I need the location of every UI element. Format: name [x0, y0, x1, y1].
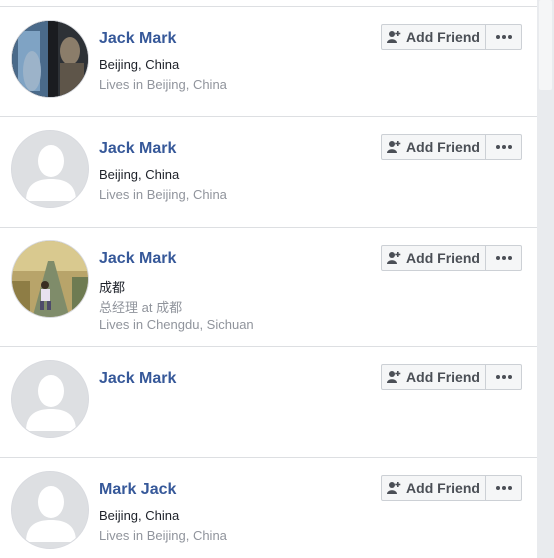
more-options-button[interactable] — [486, 134, 522, 160]
add-friend-button[interactable]: Add Friend — [381, 24, 486, 50]
search-results-list: Jack Mark Beijing, China Lives in Beijin… — [0, 0, 537, 558]
avatar-photo — [12, 21, 88, 97]
scrollbar-track[interactable] — [537, 0, 554, 558]
profile-lives-in: Lives in Beijing, China — [99, 187, 227, 202]
friend-actions: Add Friend — [381, 475, 522, 501]
profile-name-link[interactable]: Jack Mark — [99, 30, 176, 48]
more-dots-icon — [495, 145, 500, 149]
result-row: Jack Mark Beijing, China Lives in Beijin… — [0, 7, 537, 117]
person-plus-icon — [387, 482, 401, 494]
add-friend-label: Add Friend — [406, 480, 480, 496]
profile-name-link[interactable]: Jack Mark — [99, 140, 176, 158]
friend-actions: Add Friend — [381, 134, 522, 160]
add-friend-button[interactable]: Add Friend — [381, 245, 486, 271]
avatar-photo — [12, 241, 88, 317]
profile-lives-in: Lives in Chengdu, Sichuan — [99, 317, 254, 332]
more-options-button[interactable] — [486, 24, 522, 50]
add-friend-button[interactable]: Add Friend — [381, 475, 486, 501]
friend-actions: Add Friend — [381, 24, 522, 50]
profile-avatar[interactable] — [11, 471, 89, 549]
more-dots-icon — [495, 35, 500, 39]
scrollbar-thumb[interactable] — [539, 0, 552, 90]
more-dots-icon — [495, 256, 500, 260]
profile-lives-in: Lives in Beijing, China — [99, 77, 227, 92]
more-dots-icon — [495, 375, 500, 379]
more-options-button[interactable] — [486, 364, 522, 390]
person-plus-icon — [387, 252, 401, 264]
friend-actions: Add Friend — [381, 245, 522, 271]
result-row: Mark Jack Beijing, China Lives in Beijin… — [0, 458, 537, 558]
add-friend-label: Add Friend — [406, 250, 480, 266]
more-dots-icon — [495, 486, 500, 490]
person-plus-icon — [387, 371, 401, 383]
person-plus-icon — [387, 31, 401, 43]
profile-name-link[interactable]: Jack Mark — [99, 250, 176, 268]
add-friend-button[interactable]: Add Friend — [381, 134, 486, 160]
profile-name-link[interactable]: Mark Jack — [99, 481, 176, 499]
profile-work: 总经理 at 成都 — [99, 300, 183, 315]
default-silhouette-icon — [12, 361, 88, 437]
default-silhouette-icon — [12, 472, 88, 548]
more-options-button[interactable] — [486, 475, 522, 501]
result-row: Jack Mark 成都 总经理 at 成都 Lives in Chengdu,… — [0, 228, 537, 347]
default-silhouette-icon — [12, 131, 88, 207]
profile-location: 成都 — [99, 280, 126, 295]
profile-avatar[interactable] — [11, 240, 89, 318]
profile-lives-in: Lives in Beijing, China — [99, 528, 227, 543]
person-plus-icon — [387, 141, 401, 153]
profile-location: Beijing, China — [99, 508, 180, 523]
friend-actions: Add Friend — [381, 364, 522, 390]
add-friend-button[interactable]: Add Friend — [381, 364, 486, 390]
profile-location: Beijing, China — [99, 167, 180, 182]
profile-avatar[interactable] — [11, 360, 89, 438]
result-row: Jack Mark Beijing, China Lives in Beijin… — [0, 117, 537, 228]
add-friend-label: Add Friend — [406, 29, 480, 45]
profile-name-link[interactable]: Jack Mark — [99, 370, 176, 388]
more-options-button[interactable] — [486, 245, 522, 271]
add-friend-label: Add Friend — [406, 139, 480, 155]
profile-location: Beijing, China — [99, 57, 180, 72]
result-row: Jack Mark Add Friend — [0, 347, 537, 458]
profile-avatar[interactable] — [11, 20, 89, 98]
profile-avatar[interactable] — [11, 130, 89, 208]
add-friend-label: Add Friend — [406, 369, 480, 385]
